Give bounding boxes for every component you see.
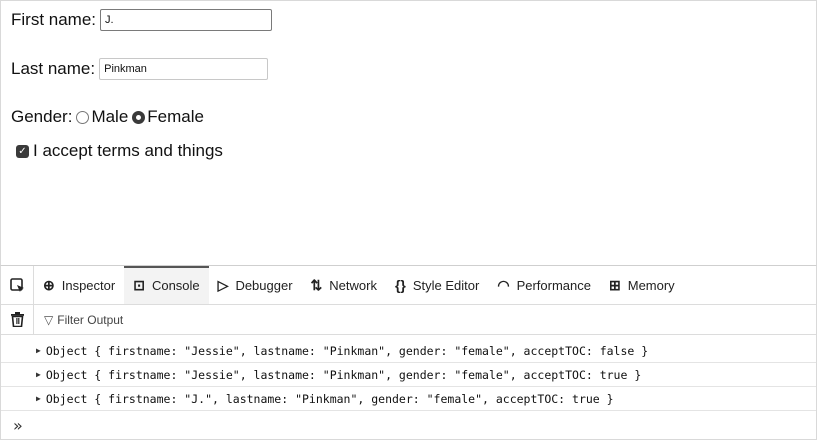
tab-inspector[interactable]: ⊕ Inspector xyxy=(34,266,124,304)
terms-checkbox[interactable]: ✓ xyxy=(16,144,29,158)
devtools-tabbar: ⊕ Inspector ⊡ Console ▷ Debugger ⇅ Netwo… xyxy=(1,266,816,305)
tab-network[interactable]: ⇅ Network xyxy=(302,266,386,304)
last-name-row: Last name: xyxy=(11,58,269,80)
tab-debugger-label: Debugger xyxy=(235,277,293,293)
last-name-input[interactable] xyxy=(99,58,269,80)
gender-male-label[interactable]: Male xyxy=(91,107,128,127)
tab-inspector-label: Inspector xyxy=(61,277,116,293)
console-log-text: Object { firstname: "Jessie", lastname: … xyxy=(45,343,649,358)
tab-style-editor-label: Style Editor xyxy=(412,277,480,293)
first-name-label: First name: xyxy=(11,10,97,29)
expand-triangle-icon[interactable]: ▶ xyxy=(36,370,41,379)
tab-memory[interactable]: ⊞ Memory xyxy=(600,266,684,304)
network-icon: ⇅ xyxy=(310,276,323,293)
memory-icon: ⊞ xyxy=(609,276,621,293)
terms-row: ✓ I accept terms and things xyxy=(11,141,223,161)
console-log-text: Object { firstname: "J.", lastname: "Pin… xyxy=(45,391,614,406)
gender-female-label[interactable]: Female xyxy=(147,107,204,127)
terms-label[interactable]: I accept terms and things xyxy=(33,141,223,161)
filter-icon: ▽ xyxy=(44,312,54,327)
clear-console-button[interactable] xyxy=(1,305,34,334)
tab-network-label: Network xyxy=(329,277,377,293)
console-log-text: Object { firstname: "Jessie", lastname: … xyxy=(45,367,642,382)
tab-console-label: Console xyxy=(151,277,200,293)
first-name-row: First name: xyxy=(11,9,273,31)
last-name-label: Last name: xyxy=(11,59,96,78)
debugger-icon: ▷ xyxy=(217,276,229,293)
console-log-row[interactable]: ▶ Object { firstname: "Jessie", lastname… xyxy=(1,363,816,387)
filter-output-placeholder: Filter Output xyxy=(57,312,124,327)
style-editor-icon: {} xyxy=(394,277,406,293)
console-icon: ⊡ xyxy=(133,276,145,293)
filter-output-field[interactable]: ▽ Filter Output xyxy=(44,313,123,327)
tab-performance-label: Performance xyxy=(516,277,591,293)
tab-debugger[interactable]: ▷ Debugger xyxy=(209,266,302,304)
gender-label: Gender: xyxy=(11,107,73,126)
console-log-row[interactable]: ▶ Object { firstname: "Jessie", lastname… xyxy=(1,339,816,363)
devtools-panel: ⊕ Inspector ⊡ Console ▷ Debugger ⇅ Netwo… xyxy=(0,265,817,440)
performance-icon: ◠ xyxy=(497,276,510,293)
tab-performance[interactable]: ◠ Performance xyxy=(488,266,600,304)
gender-male-radio[interactable] xyxy=(76,110,90,124)
trash-icon xyxy=(10,312,24,327)
element-picker-button[interactable] xyxy=(1,266,34,304)
console-log-row[interactable]: ▶ Object { firstname: "J.", lastname: "P… xyxy=(1,387,816,411)
tab-memory-label: Memory xyxy=(627,277,675,293)
gender-female-radio[interactable] xyxy=(132,110,146,124)
expand-triangle-icon[interactable]: ▶ xyxy=(36,346,41,355)
form-area: First name: Last name: Gender: Male Fema… xyxy=(0,0,817,265)
element-picker-icon xyxy=(9,277,24,292)
inspector-icon: ⊕ xyxy=(43,276,55,293)
console-input-prompt[interactable]: » xyxy=(13,416,23,435)
expand-triangle-icon[interactable]: ▶ xyxy=(36,394,41,403)
tab-style-editor[interactable]: {} Style Editor xyxy=(386,266,488,304)
console-toolbar: ▽ Filter Output xyxy=(1,305,816,335)
gender-row: Gender: Male Female xyxy=(11,107,204,127)
tab-console[interactable]: ⊡ Console xyxy=(124,266,210,304)
first-name-input[interactable] xyxy=(100,9,273,31)
